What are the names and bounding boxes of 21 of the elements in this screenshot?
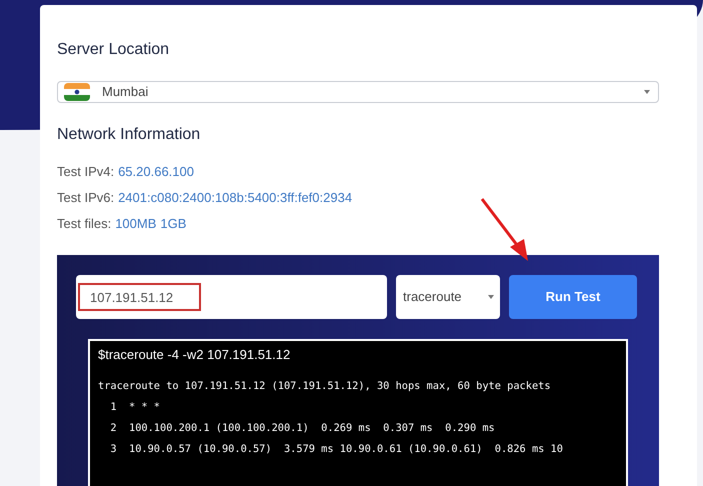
section-heading: Server Location: [57, 40, 170, 60]
info-link[interactable]: 65.20.66.100: [118, 162, 194, 182]
terminal-line: 3 10.90.0.57 (10.90.0.57) 3.579 ms 10.90.0.61 (10.90.0.61) 0.826 ms 10: [109, 442, 564, 456]
terminal-command: $traceroute -4 -w2 107.191.51.12: [98, 346, 292, 364]
info-link[interactable]: 2401:c080:2400:108b:5400:3ff:fef0:2934: [118, 188, 352, 208]
flag-icon: [64, 83, 90, 101]
host-input-field[interactable]: 107.191.51.12: [76, 275, 387, 319]
info-label: Test files:: [57, 215, 112, 233]
terminal-line: 1 * * *: [109, 400, 161, 414]
caret-icon: [644, 90, 650, 94]
run-test-button[interactable]: Run Test: [509, 275, 637, 319]
terminal-line: traceroute to 107.191.51.12 (107.191.51.12), 30 hops max, 60 byte packets: [98, 378, 552, 394]
terminal-line: 2 100.100.200.1 (100.100.200.1) 0.269 ms 0.307 ms 0.290 ms: [109, 420, 496, 436]
info-link[interactable]: 100MB: [115, 214, 156, 234]
info-link[interactable]: 1GB: [160, 214, 186, 234]
info-label: Test IPv6:: [57, 189, 114, 207]
info-label: Test IPv4:: [57, 163, 114, 181]
section-heading: Network Information: [57, 125, 202, 145]
method-select[interactable]: traceroute: [396, 275, 500, 319]
location-select[interactable]: Mumbai: [57, 81, 659, 103]
caret-icon: [488, 295, 494, 299]
